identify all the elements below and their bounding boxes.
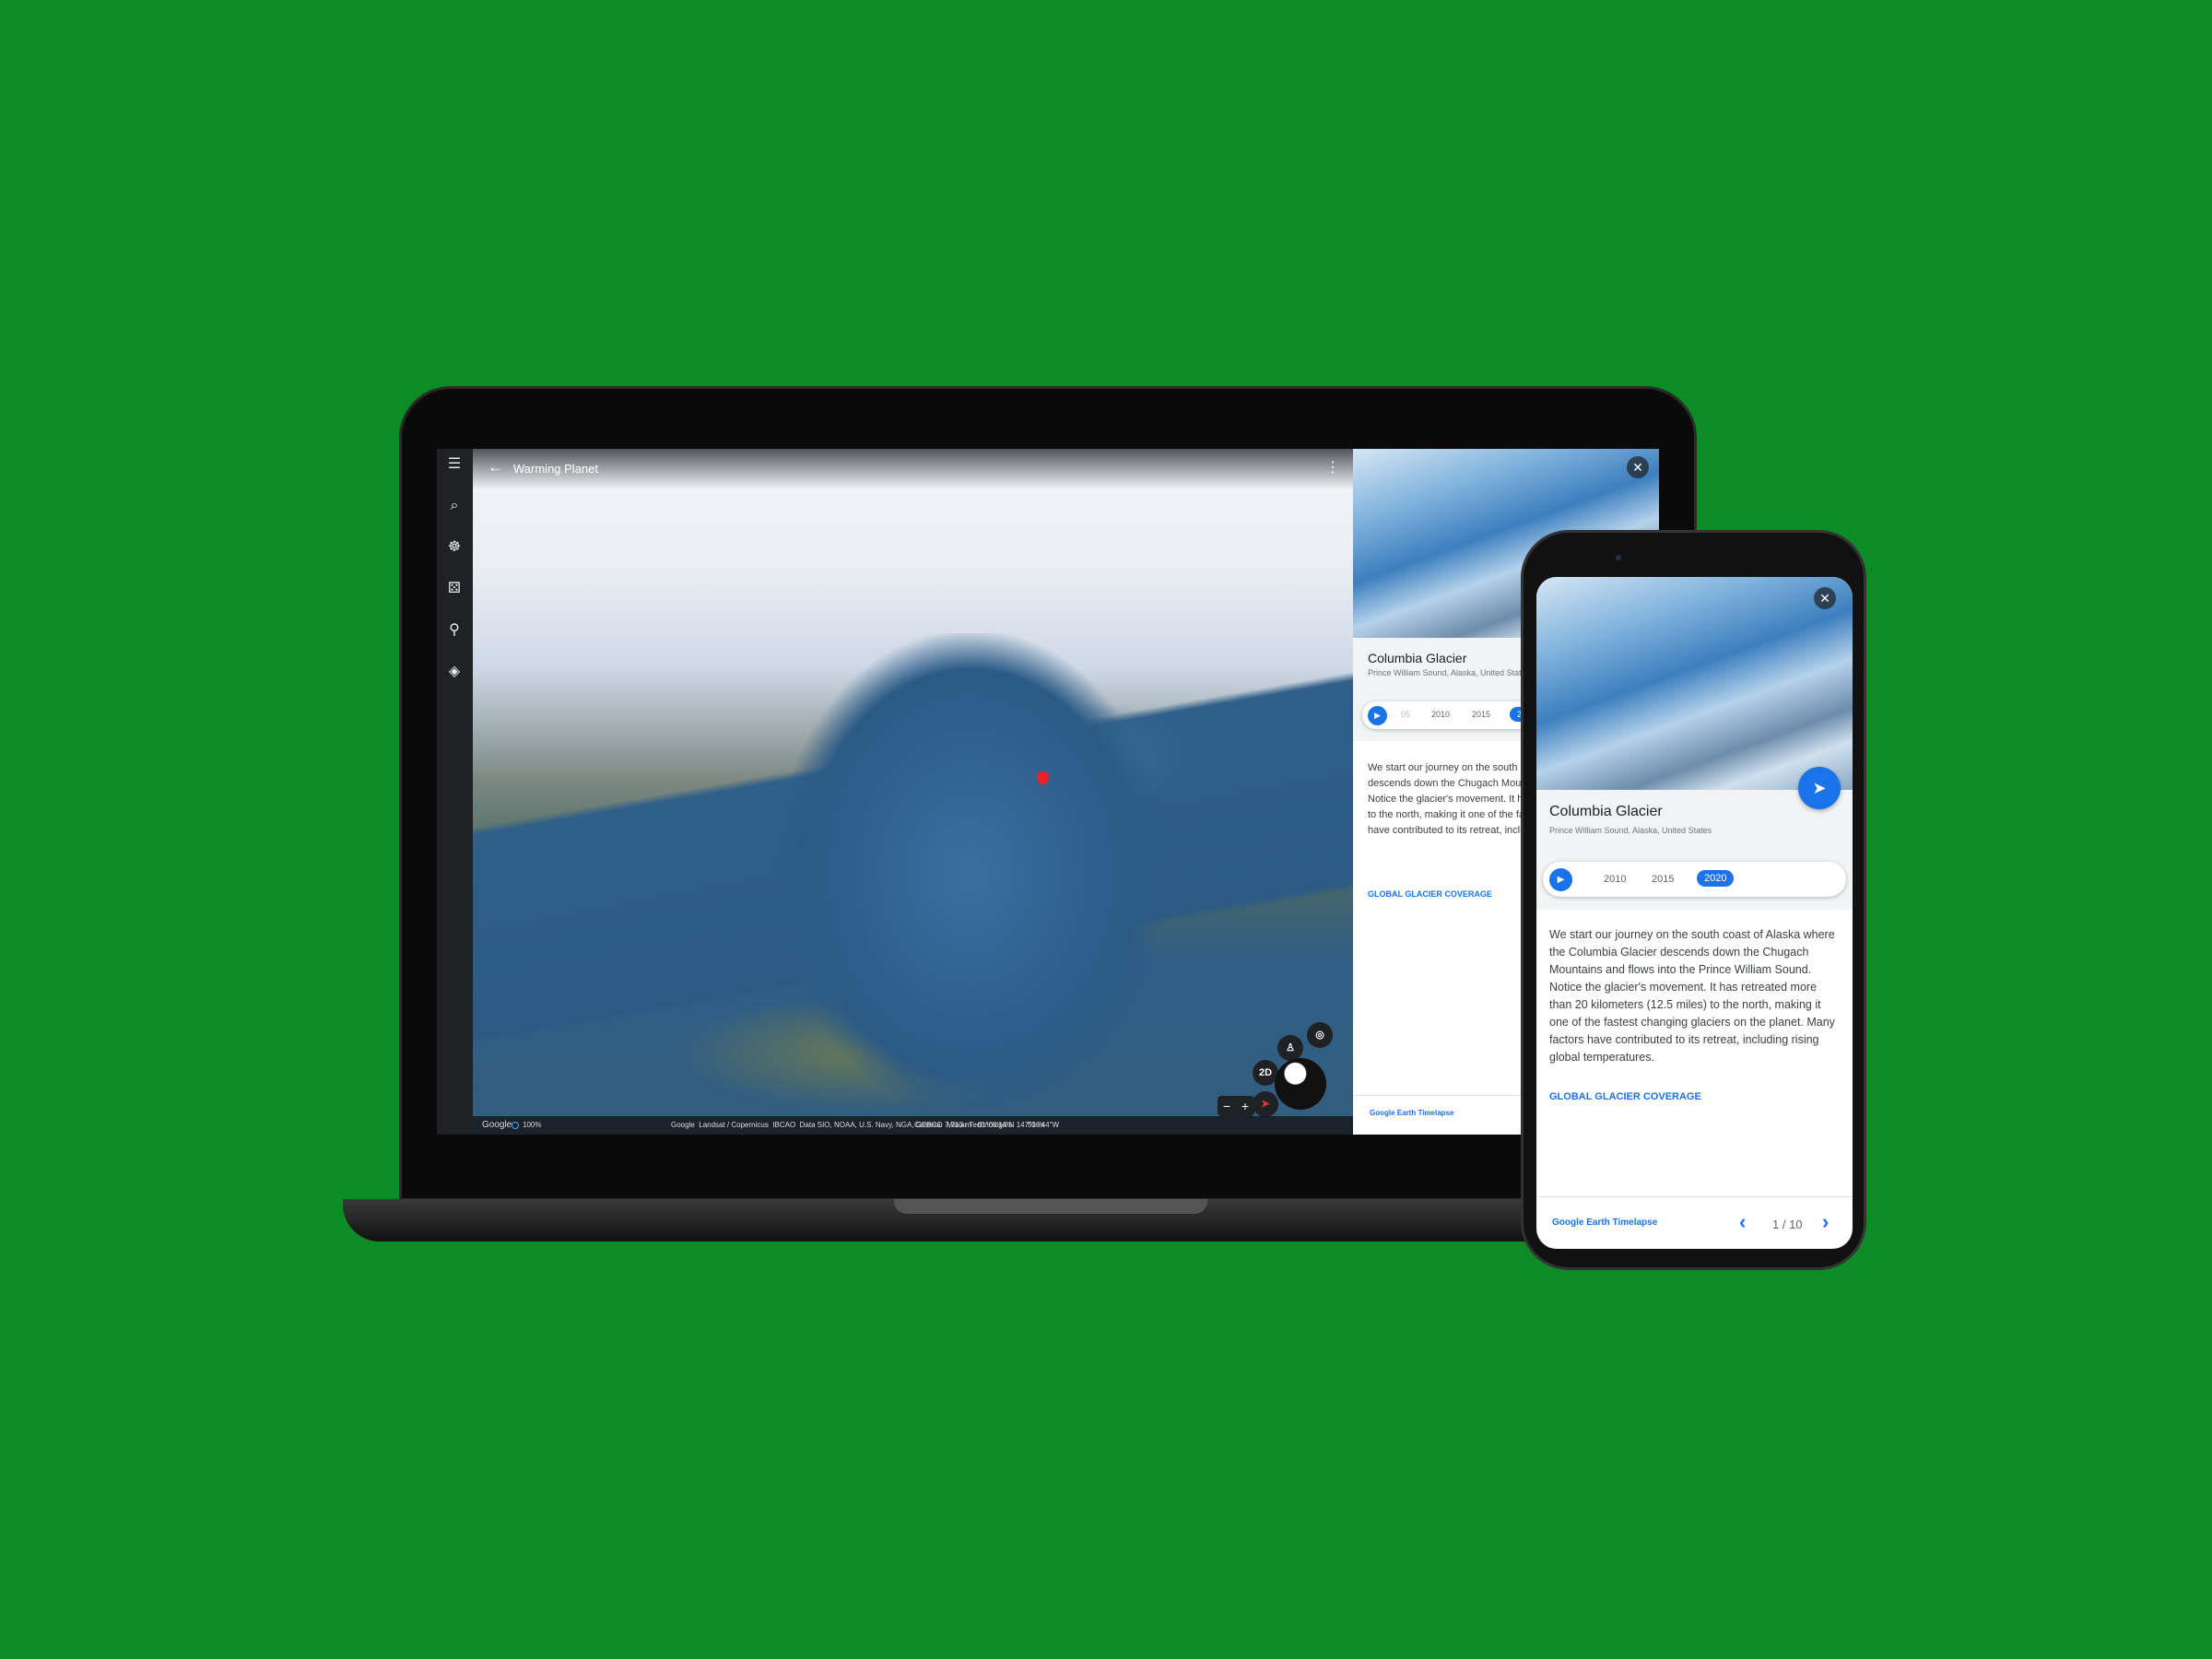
close-icon[interactable]: ✕ [1814, 587, 1836, 609]
zoom-out-button[interactable]: − [1223, 1096, 1230, 1116]
menu-icon[interactable]: ☰ [444, 454, 465, 475]
random-icon[interactable]: ⚄ [444, 579, 465, 599]
place-title: Columbia Glacier [1368, 651, 1467, 665]
projects-icon[interactable]: ⚲ [444, 620, 465, 641]
glacier-image [1536, 577, 1853, 790]
globe-minimap[interactable] [1275, 1058, 1326, 1110]
year-option[interactable]: 05 [1401, 710, 1410, 719]
earth-map-view[interactable]: ← Warming Planet ⋮ ♙ ◎ 2D ➤ − + Google 1… [473, 449, 1353, 1135]
year-option-selected[interactable]: 2020 [1697, 870, 1735, 887]
camera-dot [1616, 555, 1621, 560]
status-bar: Google 100% Google Landsat / Copernicus … [473, 1116, 1353, 1135]
load-percent: 100% [523, 1121, 542, 1129]
laptop-hinge [894, 1199, 1207, 1214]
year-option[interactable]: 2015 [1652, 874, 1674, 885]
play-button[interactable]: ▶ [1549, 868, 1572, 891]
chevron-right-icon[interactable]: › [1822, 1210, 1829, 1234]
place-subtitle: Prince William Sound, Alaska, United Sta… [1368, 668, 1531, 677]
phone-screen: ✕ ➤ Columbia Glacier Prince William Soun… [1536, 577, 1853, 1249]
global-glacier-link[interactable]: GLOBAL GLACIER COVERAGE [1549, 1091, 1701, 1102]
story-description: We start our journey on the south coast … [1549, 928, 1835, 1064]
laptop-screen: ☰ ⌕ ☸ ⚄ ⚲ ◈ ← Warming Planet ⋮ ♙ ◎ 2D ➤ … [437, 449, 1659, 1135]
timelapse-footer-link[interactable]: Google Earth Timelapse [1552, 1218, 1657, 1228]
place-subtitle: Prince William Sound, Alaska, United Sta… [1549, 826, 1712, 835]
compass-icon[interactable]: ➤ [1253, 1091, 1278, 1117]
voyager-icon[interactable]: ☸ [444, 537, 465, 558]
close-icon[interactable]: ✕ [1627, 456, 1649, 478]
sound-water [777, 633, 1164, 1112]
chevron-left-icon[interactable]: ‹ [1739, 1210, 1746, 1234]
year-option[interactable]: 2010 [1604, 874, 1626, 885]
play-button[interactable]: ▶ [1368, 706, 1387, 725]
timeline-bar[interactable]: ▶ 2010 2015 2020 [1543, 862, 1846, 897]
story-title: Warming Planet [513, 462, 598, 476]
place-title: Columbia Glacier [1549, 804, 1663, 819]
scale-readout: 51 m [1028, 1121, 1044, 1129]
page-indicator: 1 / 10 [1772, 1218, 1803, 1231]
more-vert-icon[interactable]: ⋮ [1325, 458, 1340, 477]
timelapse-footer-link[interactable]: Google Earth Timelapse [1370, 1109, 1453, 1117]
global-glacier-link[interactable]: GLOBAL GLACIER COVERAGE [1368, 889, 1492, 899]
map-top-bar [473, 449, 1353, 489]
sidebar: ☰ ⌕ ☸ ⚄ ⚲ ◈ [437, 449, 473, 1135]
pegman-icon[interactable]: ♙ [1277, 1035, 1303, 1061]
share-button[interactable]: ➤ [1798, 767, 1841, 809]
search-icon[interactable]: ⌕ [444, 496, 465, 516]
layers-icon[interactable]: ◈ [444, 662, 465, 682]
my-location-icon[interactable]: ◎ [1307, 1022, 1333, 1048]
year-option[interactable]: 2010 [1431, 710, 1450, 719]
google-logo: Google [482, 1120, 512, 1130]
zoom-in-button[interactable]: + [1241, 1096, 1249, 1116]
back-arrow-icon[interactable]: ← [488, 458, 503, 477]
loading-icon [512, 1122, 519, 1129]
year-option[interactable]: 2015 [1472, 710, 1490, 719]
